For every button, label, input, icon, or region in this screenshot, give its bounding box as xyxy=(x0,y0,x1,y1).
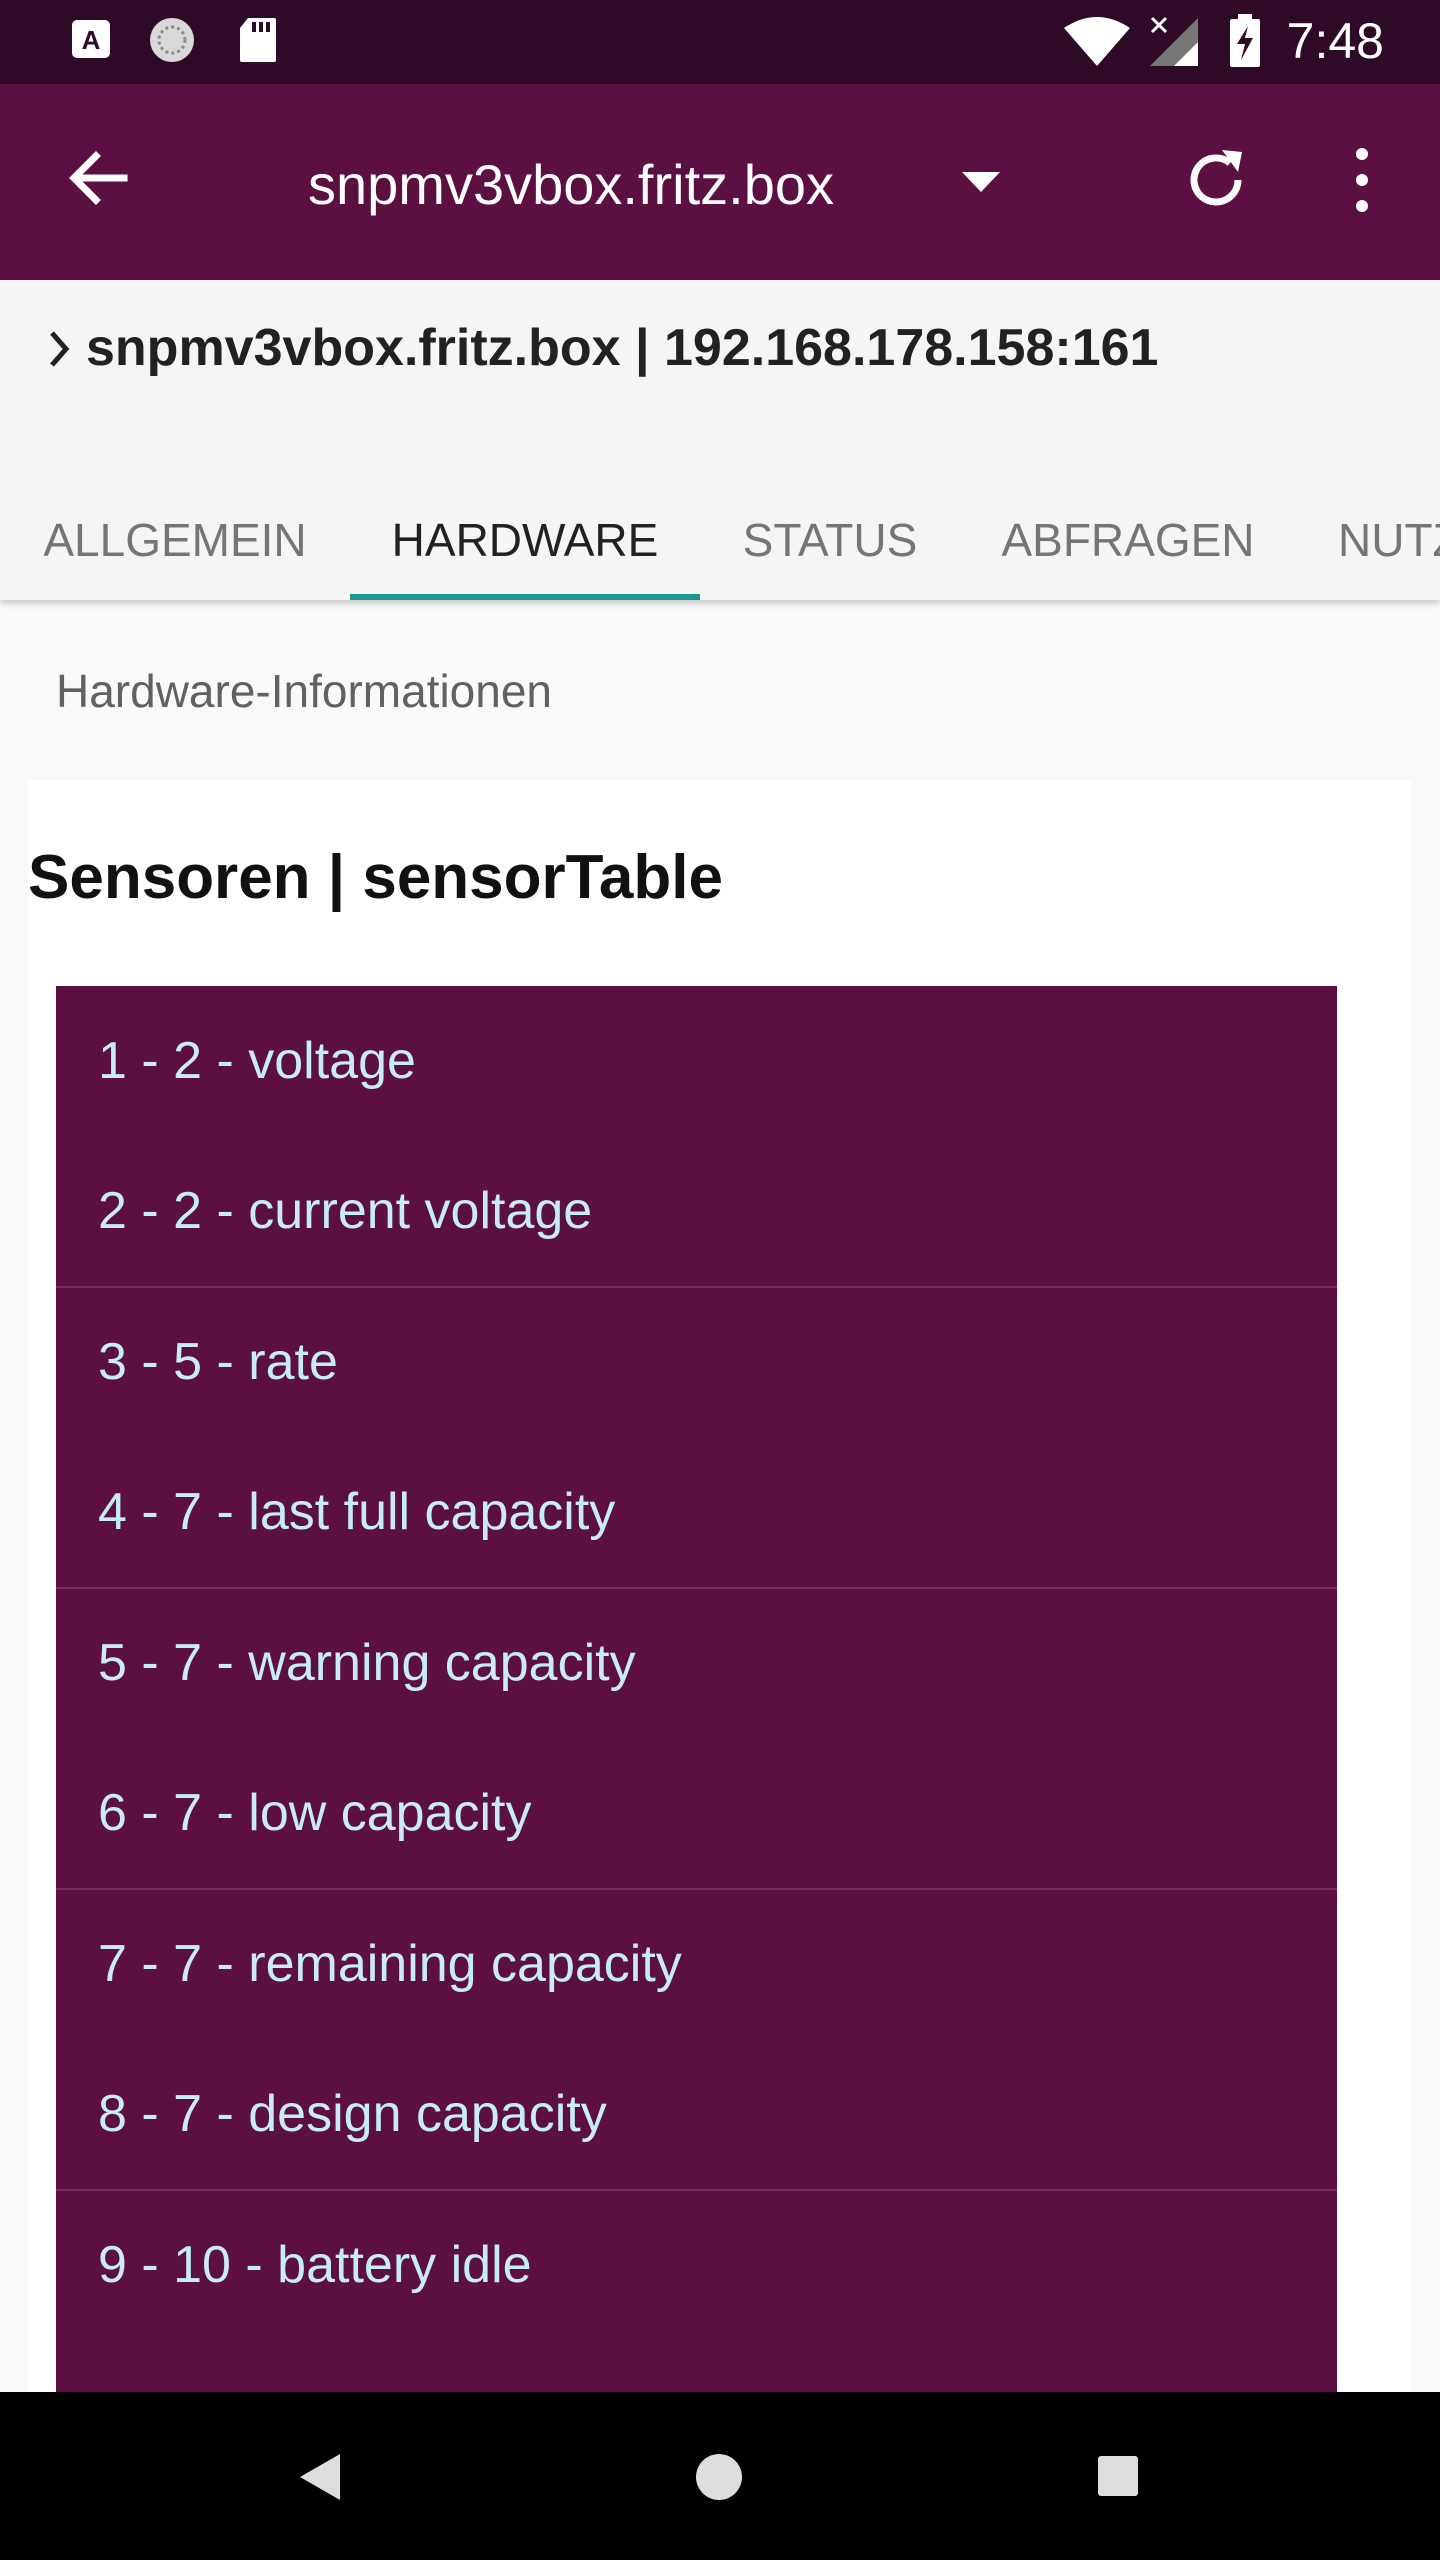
home-circle-icon[interactable] xyxy=(694,2452,744,2502)
sensor-row[interactable]: 2 - 2 - current voltage xyxy=(56,1136,1337,1286)
sensor-table: 1 - 2 - voltage 2 - 2 - current voltage … xyxy=(56,986,1337,2396)
breadcrumb-text: snpmv3vbox.fritz.box | 192.168.178.158:1… xyxy=(86,319,1159,377)
header: snpmv3vbox.fritz.box | 192.168.178.158:1… xyxy=(0,280,1440,600)
tab-nutz[interactable]: NUTZ xyxy=(1296,460,1440,600)
sensor-row[interactable]: 6 - 7 - low capacity xyxy=(56,1738,1337,1888)
wifi-icon xyxy=(1064,17,1130,66)
back-triangle-icon[interactable] xyxy=(298,2452,342,2502)
dropdown-caret-icon[interactable] xyxy=(960,170,1002,194)
refresh-icon[interactable] xyxy=(1180,144,1252,216)
recents-square-icon[interactable] xyxy=(1096,2454,1140,2498)
tab-allgemein[interactable]: ALLGEMEIN xyxy=(0,460,350,600)
sensor-row[interactable]: 3 - 5 - rate xyxy=(56,1287,1337,1437)
tab-hardware[interactable]: HARDWARE xyxy=(350,460,700,600)
app-bar: snpmv3vbox.fritz.box xyxy=(0,84,1440,280)
status-bar: A 7:48 xyxy=(0,0,1440,84)
chevron-right-icon xyxy=(50,331,70,367)
more-vert-icon[interactable] xyxy=(1340,144,1384,216)
tab-bar: ALLGEMEIN HARDWARE STATUS ABFRAGEN NUTZ xyxy=(0,460,1440,600)
navigation-bar xyxy=(0,2392,1440,2560)
status-time: 7:48 xyxy=(1286,13,1384,69)
svg-text:A: A xyxy=(82,25,101,55)
tab-status[interactable]: STATUS xyxy=(700,460,960,600)
breadcrumb[interactable]: snpmv3vbox.fritz.box | 192.168.178.158:1… xyxy=(48,318,1158,378)
screen: A 7:48 snpmv3vbox.fritz.box snpmv3vbox.f… xyxy=(0,0,1440,2560)
tab-indicator xyxy=(350,594,700,600)
section-label: Hardware-Informationen xyxy=(56,665,553,717)
sync-circle-icon xyxy=(150,18,194,62)
battery-charging-icon xyxy=(1230,14,1260,67)
back-arrow-icon[interactable] xyxy=(62,142,134,214)
sensor-row[interactable]: 7 - 7 - remaining capacity xyxy=(56,1889,1337,2039)
sensor-row[interactable]: 5 - 7 - warning capacity xyxy=(56,1588,1337,1738)
sensor-row[interactable]: 4 - 7 - last full capacity xyxy=(56,1437,1337,1587)
sd-card-icon xyxy=(240,18,276,62)
host-selector[interactable]: snpmv3vbox.fritz.box xyxy=(308,152,834,217)
no-signal-icon xyxy=(1150,16,1198,66)
sensor-row[interactable]: 9 - 10 - battery idle xyxy=(56,2190,1337,2340)
card-title: Sensoren | sensorTable xyxy=(28,843,723,912)
sensor-row[interactable]: 8 - 7 - design capacity xyxy=(56,2039,1337,2189)
tab-abfragen[interactable]: ABFRAGEN xyxy=(960,460,1296,600)
sensor-row[interactable]: 1 - 2 - voltage xyxy=(56,986,1337,1136)
a-app-icon: A xyxy=(72,20,110,58)
